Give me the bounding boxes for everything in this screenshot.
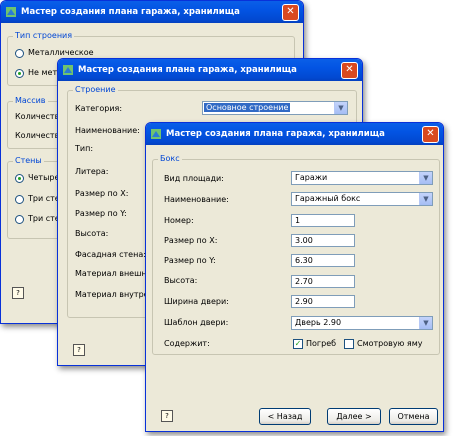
window-title: Мастер создания плана гаража, хранилища <box>166 129 385 139</box>
select-value: Основное строение <box>204 103 291 112</box>
area-type-select[interactable]: Гаражи ▼ <box>291 171 433 185</box>
cancel-button[interactable]: Отмена <box>389 408 438 425</box>
close-button[interactable]: ✕ <box>341 62 358 79</box>
door-template-select[interactable]: Дверь 2.90 ▼ <box>291 316 433 330</box>
row-label: Количеств <box>15 131 60 140</box>
group-label: Стены <box>13 156 44 165</box>
row-label: Фасадная стена: <box>75 250 146 259</box>
row-label: Наименование: <box>75 126 140 135</box>
radio-three-walls-2[interactable] <box>15 215 24 224</box>
name-select[interactable]: Гаражный бокс ▼ <box>291 192 433 206</box>
close-button[interactable]: ✕ <box>422 126 439 143</box>
select-value: Гаражный бокс <box>295 194 361 203</box>
close-button[interactable]: ✕ <box>282 4 299 21</box>
select-value: Гаражи <box>295 173 328 182</box>
pit-checkbox[interactable] <box>344 339 354 349</box>
radio-four-walls[interactable] <box>15 174 24 183</box>
chevron-down-icon[interactable]: ▼ <box>419 172 432 184</box>
row-label: Размер по Y: <box>75 209 127 218</box>
pit-label: Смотровую яму <box>357 339 423 348</box>
cellar-checkbox[interactable]: ✓ <box>293 339 303 349</box>
radio-nonmetal[interactable] <box>15 69 24 78</box>
row-label: Высота: <box>75 229 109 238</box>
radio-label: Не мет <box>28 68 58 77</box>
group-label: Бокс <box>158 154 182 163</box>
height-label: Высота: <box>164 276 198 285</box>
size-x-field[interactable]: 3.00 <box>291 234 355 247</box>
number-field[interactable]: 1 <box>291 214 355 227</box>
row-label: Количеств <box>15 112 60 121</box>
group-label: Тип строения <box>13 31 75 40</box>
app-icon <box>151 129 161 139</box>
window-title: Мастер создания плана гаража, хранилища <box>21 7 240 17</box>
cellar-label: Погреб <box>306 339 337 348</box>
size-y-field[interactable]: 6.30 <box>291 254 355 267</box>
help-icon[interactable]: ? <box>161 410 173 422</box>
row-label: Категория: <box>75 104 123 113</box>
group-label: Строение <box>73 85 118 94</box>
category-select[interactable]: Основное строение ▼ <box>202 101 348 115</box>
contains-label: Содержит: <box>164 339 210 348</box>
door-width-label: Ширина двери: <box>164 297 229 306</box>
chevron-down-icon[interactable]: ▼ <box>419 193 432 205</box>
row-label: Тип: <box>75 144 94 153</box>
select-value: Дверь 2.90 <box>295 318 342 327</box>
title-bar[interactable]: Мастер создания плана гаража, хранилища … <box>1 1 303 23</box>
chevron-down-icon[interactable]: ▼ <box>419 317 432 329</box>
radio-label: Три сте <box>28 214 60 223</box>
group-label: Массив <box>13 96 48 105</box>
wizard-window-front: Мастер создания плана гаража, хранилища … <box>145 122 444 432</box>
next-button[interactable]: Далее > <box>327 408 381 425</box>
height-field[interactable]: 2.70 <box>291 275 355 288</box>
radio-three-walls-1[interactable] <box>15 195 24 204</box>
app-icon <box>6 7 16 17</box>
row-label: Литера: <box>75 167 109 176</box>
title-bar[interactable]: Мастер создания плана гаража, хранилища … <box>58 59 362 81</box>
help-icon[interactable]: ? <box>73 344 85 356</box>
chevron-down-icon[interactable]: ▼ <box>334 102 347 114</box>
area-type-label: Вид площади: <box>164 174 224 183</box>
name-label: Наименование: <box>164 195 229 204</box>
radio-metal[interactable] <box>15 49 24 58</box>
radio-label: Три сте <box>28 194 60 203</box>
window-title: Мастер создания плана гаража, хранилища <box>78 65 297 75</box>
title-bar[interactable]: Мастер создания плана гаража, хранилища … <box>146 123 443 145</box>
help-icon[interactable]: ? <box>12 287 24 299</box>
back-button[interactable]: < Назад <box>259 408 311 425</box>
size-x-label: Размер по X: <box>164 236 218 245</box>
number-label: Номер: <box>164 216 194 225</box>
row-label: Материал внутрен <box>75 290 154 299</box>
radio-label: Четыре <box>28 173 60 182</box>
row-label: Размер по X: <box>75 189 129 198</box>
row-label: Материал внешни <box>75 269 152 278</box>
door-width-field[interactable]: 2.90 <box>291 295 355 308</box>
radio-label: Металлическое <box>28 48 94 57</box>
size-y-label: Размер по Y: <box>164 256 216 265</box>
door-template-label: Шаблон двери: <box>164 318 229 327</box>
app-icon <box>63 65 73 75</box>
